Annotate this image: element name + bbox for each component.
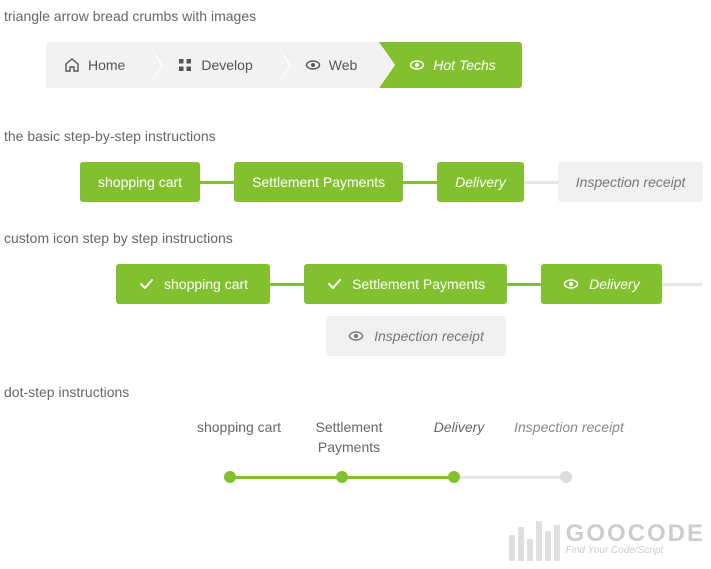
watermark-brand: GOOCODE [566, 522, 705, 546]
eye-icon [563, 276, 579, 292]
step-label: shopping cart [98, 174, 182, 190]
step-connector [403, 181, 437, 184]
step-settlement-payments[interactable]: Settlement Payments [304, 264, 507, 304]
breadcrumb-label: Develop [201, 57, 252, 73]
dot-label-shopping-cart[interactable]: shopping cart [184, 418, 294, 457]
step-shopping-cart[interactable]: shopping cart [80, 162, 200, 202]
step-connector [270, 283, 304, 286]
dot-label-inspection-receipt[interactable]: Inspection receipt [514, 418, 624, 457]
step-delivery[interactable]: Delivery [541, 264, 662, 304]
grid-icon [177, 57, 193, 73]
breadcrumb-label: Web [329, 57, 358, 73]
dot[interactable] [560, 471, 572, 483]
section-title-breadcrumb: triangle arrow bread crumbs with images [4, 8, 707, 24]
step-label: shopping cart [164, 276, 248, 292]
home-icon [64, 57, 80, 73]
step-shopping-cart[interactable]: shopping cart [116, 264, 270, 304]
icon-steps: shopping cart Settlement Payments Delive… [116, 264, 711, 356]
dot-label-settlement-payments[interactable]: Settlement Payments [294, 418, 404, 457]
breadcrumb: Home Develop Web Hot Techs [46, 42, 707, 88]
eye-icon [348, 328, 364, 344]
dot[interactable] [336, 471, 348, 483]
step-label: Inspection receipt [374, 328, 484, 344]
dot-steps: shopping cart Settlement Payments Delive… [184, 418, 624, 483]
section-title-basic-steps: the basic step-by-step instructions [4, 128, 707, 144]
dot-line-future [453, 476, 565, 479]
step-connector [524, 181, 558, 184]
dot[interactable] [224, 471, 236, 483]
breadcrumb-item-develop[interactable]: Develop [147, 42, 274, 88]
step-inspection-receipt[interactable]: Inspection receipt [558, 162, 704, 202]
step-label: Settlement Payments [252, 174, 385, 190]
step-label: Delivery [589, 276, 640, 292]
watermark-tagline: Find Your Code/Script [566, 546, 705, 556]
dot-label-delivery[interactable]: Delivery [404, 418, 514, 457]
basic-steps: shopping cart Settlement Payments Delive… [80, 162, 707, 202]
step-label: Delivery [455, 174, 506, 190]
step-connector [200, 181, 234, 184]
watermark: GOOCODE Find Your Code/Script [509, 517, 705, 561]
step-connector [662, 283, 702, 286]
section-title-icon-steps: custom icon step by step instructions [4, 230, 707, 246]
eye-icon [409, 57, 425, 73]
watermark-bars-icon [509, 517, 560, 561]
step-settlement-payments[interactable]: Settlement Payments [234, 162, 403, 202]
breadcrumb-label: Hot Techs [433, 57, 496, 73]
dot[interactable] [448, 471, 460, 483]
breadcrumb-item-hot-techs[interactable]: Hot Techs [379, 42, 522, 88]
step-delivery[interactable]: Delivery [437, 162, 524, 202]
step-inspection-receipt[interactable]: Inspection receipt [326, 316, 506, 356]
breadcrumb-label: Home [88, 57, 125, 73]
check-icon [326, 276, 342, 292]
check-icon [138, 276, 154, 292]
step-connector [507, 283, 541, 286]
breadcrumb-item-home[interactable]: Home [46, 42, 147, 88]
step-label: Inspection receipt [576, 174, 686, 190]
step-label: Settlement Payments [352, 276, 485, 292]
eye-icon [305, 57, 321, 73]
section-title-dot-steps: dot-step instructions [4, 384, 707, 400]
